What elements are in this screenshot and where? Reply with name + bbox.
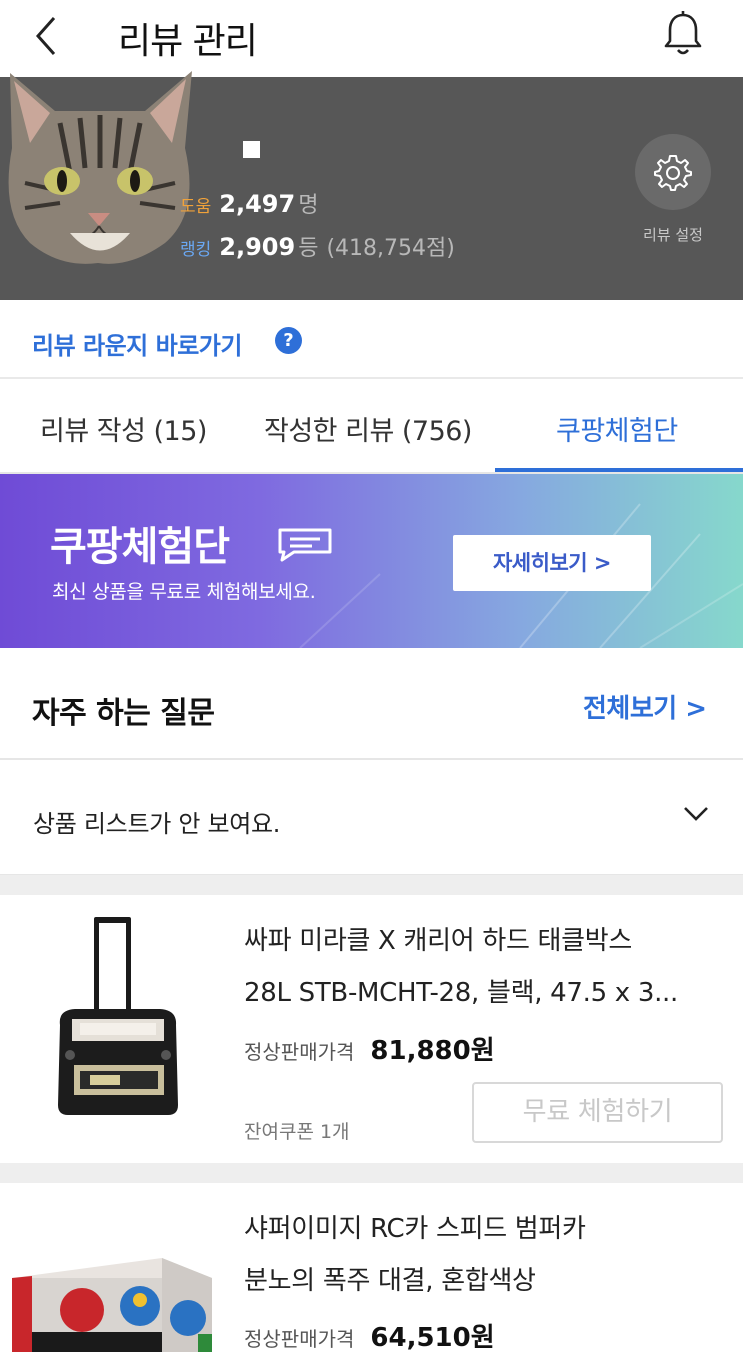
- product-price: 64,510원: [370, 1323, 495, 1353]
- chat-bubble-icon: [278, 528, 332, 562]
- product-name[interactable]: 싸파 미라클 X 캐리어 하드 태클박스 28L STB-MCHT-28, 블랙…: [244, 915, 719, 1019]
- price-label: 정상판매가격: [244, 1327, 355, 1351]
- remaining-coupons: 잔여쿠폰 1개: [244, 1121, 350, 1143]
- nickname-redacted: [243, 141, 260, 158]
- help-stat: 도움 2,497 명: [180, 190, 319, 218]
- review-settings-button[interactable]: [635, 134, 711, 210]
- experience-group-banner[interactable]: 쿠팡체험단 최신 상품을 무료로 체험해보세요. 자세히보기 >: [0, 474, 743, 648]
- tab-write-review[interactable]: 리뷰 작성 (15): [40, 409, 207, 448]
- tab-written-reviews[interactable]: 작성한 리뷰 (756): [264, 409, 472, 448]
- product-price-row: 정상판매가격 81,880원: [244, 1030, 495, 1067]
- free-trial-button[interactable]: 무료 체험하기: [472, 1082, 723, 1143]
- product-price: 81,880원: [370, 1036, 495, 1066]
- avatar: [8, 71, 193, 264]
- review-lounge-link[interactable]: 리뷰 라운지 바로가기 ?: [0, 300, 743, 379]
- banner-title: 쿠팡체험단: [50, 524, 230, 570]
- section-separator: [0, 875, 743, 895]
- active-tab-indicator: [495, 468, 743, 472]
- faq-item[interactable]: 상품 리스트가 안 보여요.: [0, 760, 743, 875]
- review-settings-label: 리뷰 설정: [643, 226, 703, 244]
- section-separator: [0, 1163, 743, 1183]
- review-tabs: 리뷰 작성 (15) 작성한 리뷰 (756) 쿠팡체험단: [0, 381, 743, 474]
- chevron-down-icon[interactable]: [682, 804, 710, 824]
- product-image-rc-bumper-car[interactable]: [12, 1248, 212, 1352]
- faq-question: 상품 리스트가 안 보여요.: [33, 810, 281, 838]
- faq-header: 자주 하는 질문 전체보기 >: [0, 648, 743, 760]
- product-name[interactable]: 샤퍼이미지 RC카 스피드 범퍼카 분노의 폭주 대결, 혼합색상: [244, 1203, 719, 1307]
- rank-stat: 랭킹 2,909 등 (418,754점): [180, 233, 455, 261]
- product-card[interactable]: 샤퍼이미지 RC카 스피드 범퍼카 분노의 폭주 대결, 혼합색상 정상판매가격…: [0, 1183, 743, 1354]
- review-lounge-label[interactable]: 리뷰 라운지 바로가기: [32, 326, 242, 361]
- tab-experience-group[interactable]: 쿠팡체험단: [556, 409, 678, 448]
- faq-view-all-link[interactable]: 전체보기 >: [583, 688, 707, 725]
- faq-title: 자주 하는 질문: [32, 696, 215, 731]
- page-title: 리뷰 관리: [118, 21, 258, 62]
- gear-icon: [654, 155, 692, 191]
- product-image-tackle-box[interactable]: [50, 915, 185, 1125]
- price-label: 정상판매가격: [244, 1040, 355, 1064]
- product-card[interactable]: 싸파 미라클 X 캐리어 하드 태클박스 28L STB-MCHT-28, 블랙…: [0, 895, 743, 1163]
- banner-subtitle: 최신 상품을 무료로 체험해보세요.: [52, 581, 316, 603]
- question-icon[interactable]: ?: [275, 327, 302, 354]
- back-arrow-icon[interactable]: [28, 10, 68, 60]
- product-price-row: 정상판매가격 64,510원: [244, 1317, 495, 1354]
- bell-icon[interactable]: [660, 8, 706, 58]
- banner-details-button[interactable]: 자세히보기 >: [453, 535, 651, 591]
- profile-header: 도움 2,497 명 랭킹 2,909 등 (418,754점) 리뷰 설정: [0, 71, 743, 300]
